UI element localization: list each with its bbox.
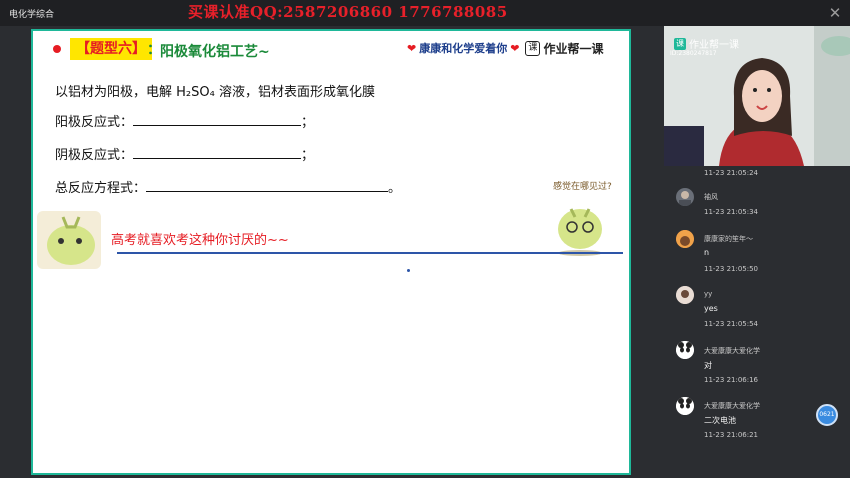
- title-bar: 电化学综合 买课认准QQ:2587206860 1776788085 ✕: [0, 0, 850, 26]
- avatar: [676, 286, 694, 304]
- badge-logo-icon: 课: [674, 37, 686, 50]
- chat-time: 11-23 21:05:50: [704, 265, 759, 273]
- watermark: 买课认准QQ:2587206860 1776788085: [188, 3, 508, 21]
- total-line: 总反应方程式： 。: [55, 177, 401, 196]
- sticker-right: [558, 208, 602, 256]
- sticker-left: [37, 211, 101, 269]
- float-button[interactable]: 0621: [816, 404, 838, 426]
- chat-name: 大爱康康大爱化学: [704, 347, 760, 355]
- badge-text: 作业帮一课: [689, 40, 739, 51]
- intro-text: 以铝材为阳极，电解 H₂SO₄ 溶液，铝材表面形成氧化膜: [55, 85, 375, 100]
- type-title: 阳极氧化铝工艺~: [160, 44, 270, 60]
- chat-text: 对: [704, 361, 712, 370]
- anode-blank: [133, 114, 302, 126]
- video-id: ID:2380247817: [670, 50, 717, 57]
- avatar: [676, 397, 694, 415]
- chat-time: 11-23 21:05:34: [704, 208, 759, 216]
- logo-icon: 课: [525, 40, 541, 56]
- brand-text: 康康和化学爱着你: [419, 42, 508, 55]
- bullet-dot: [53, 45, 61, 53]
- chat-time: 11-23 21:06:16: [704, 376, 759, 384]
- pen-dot: [407, 269, 410, 272]
- chat-text: 二次电池: [704, 416, 736, 425]
- brand: ❤ 康康和化学爱着你 ❤ 课 作业帮一课: [407, 38, 603, 58]
- underline-stroke: [117, 252, 623, 254]
- cathode-end: ；: [301, 148, 315, 163]
- chat-name: 康康家的笙年～: [704, 235, 753, 243]
- heart-icon: ❤: [510, 41, 520, 55]
- total-label: 总反应方程式：: [55, 181, 147, 196]
- avatar: [676, 188, 694, 206]
- hate-text: 高考就喜欢考这种你讨厌的~~: [111, 233, 289, 248]
- chat-time: 11-23 21:05:54: [704, 320, 759, 328]
- slide: 【题型六】 ： 阳极氧化铝工艺~ ❤ 康康和化学爱着你 ❤ 课 作业帮一课 以铝…: [31, 29, 631, 475]
- logo-text: 作业帮一课: [543, 41, 604, 56]
- chat-name: 袖风: [704, 193, 718, 201]
- close-icon: ✕: [828, 4, 842, 22]
- anode-label: 阳极反应式：: [55, 115, 134, 130]
- video-badge: 课 作业帮一课: [674, 36, 739, 51]
- type-colon: ：: [147, 42, 161, 58]
- cathode-label: 阴极反应式：: [55, 148, 134, 163]
- avatar: [676, 341, 694, 359]
- cathode-line: 阴极反应式： ；: [55, 144, 314, 163]
- chat-name: 大爱康康大爱化学: [704, 402, 760, 410]
- chat-text: yes: [704, 304, 718, 313]
- chat-time: 11-23 21:06:21: [704, 431, 759, 439]
- app-title: 电化学综合: [9, 10, 55, 20]
- chat-time: 11-23 21:05:24: [704, 169, 759, 177]
- cathode-blank: [133, 147, 302, 159]
- total-blank: [146, 180, 389, 192]
- chat-text: n: [704, 248, 710, 257]
- teacher-video[interactable]: 课 作业帮一课 ID:2380247817: [664, 26, 850, 166]
- anode-line: 阳极反应式： ；: [55, 111, 314, 130]
- type-tag: 【题型六】: [70, 38, 152, 60]
- chat-name: yy: [704, 290, 713, 298]
- total-end: 。: [388, 181, 402, 196]
- avatar: [676, 230, 694, 248]
- close-button[interactable]: ✕: [826, 4, 844, 22]
- heart-icon: ❤: [407, 41, 417, 55]
- slide-area: 【题型六】 ： 阳极氧化铝工艺~ ❤ 康康和化学爱着你 ❤ 课 作业帮一课 以铝…: [0, 26, 664, 478]
- anode-end: ；: [301, 115, 315, 130]
